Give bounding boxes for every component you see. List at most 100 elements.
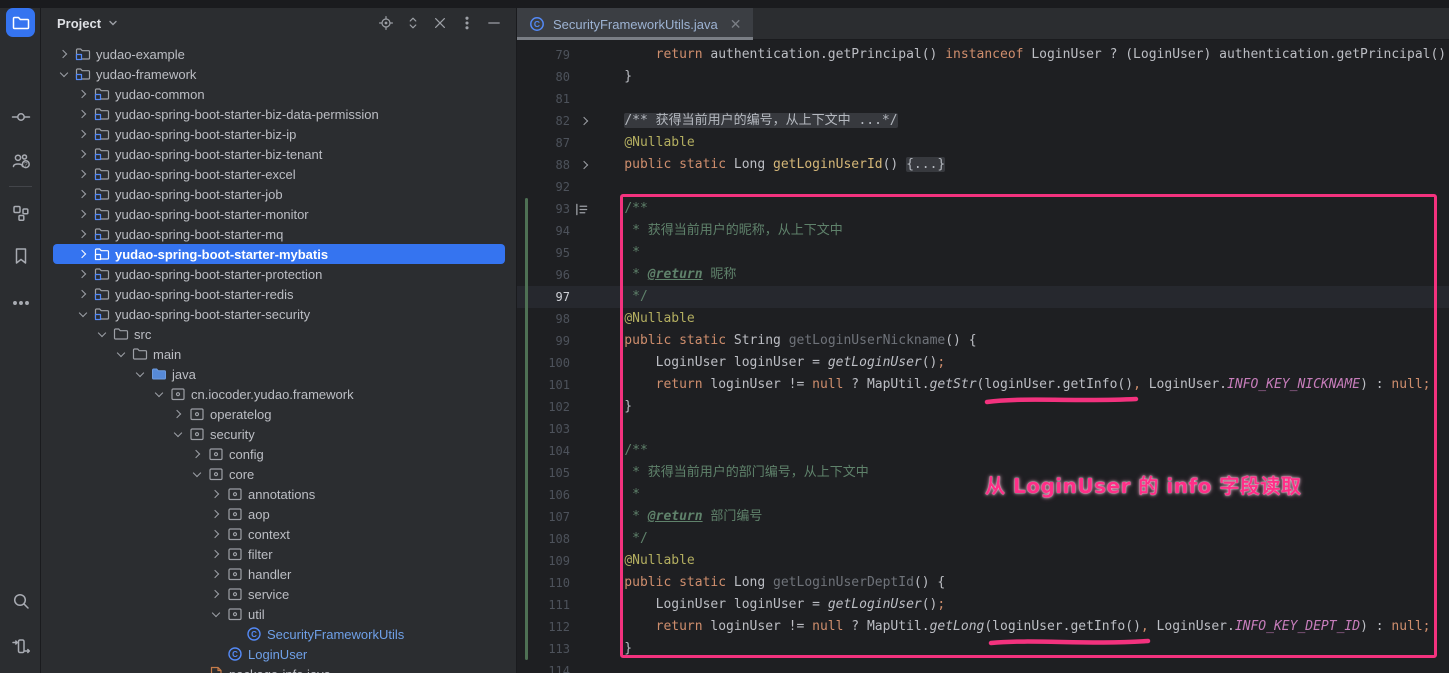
tree-item-cn-iocoder-yudao-framework[interactable]: cn.iocoder.yudao.framework xyxy=(41,384,516,404)
chevron-down-icon[interactable] xyxy=(74,304,91,324)
tree-item-handler[interactable]: handler xyxy=(41,564,516,584)
bookmarks-icon[interactable] xyxy=(6,241,35,270)
chevron-right-icon[interactable] xyxy=(207,584,224,604)
code-line-105[interactable]: 105 * 获得当前用户的部门编号，从上下文中 xyxy=(517,462,1449,484)
chevron-right-icon[interactable] xyxy=(74,124,91,144)
chevron-down-icon[interactable] xyxy=(169,424,186,444)
chevron-right-icon[interactable] xyxy=(74,204,91,224)
tree-item-src[interactable]: src xyxy=(41,324,516,344)
chevron-right-icon[interactable] xyxy=(74,164,91,184)
tree-item-yudao-spring-boot-starter-excel[interactable]: yudao-spring-boot-starter-excel xyxy=(41,164,516,184)
tree-item-yudao-spring-boot-starter-job[interactable]: yudao-spring-boot-starter-job xyxy=(41,184,516,204)
chevron-right-icon[interactable] xyxy=(74,104,91,124)
chevron-down-icon[interactable] xyxy=(107,17,119,29)
fold-chevron-icon[interactable] xyxy=(580,117,588,125)
inout-box-icon[interactable] xyxy=(6,631,35,660)
code-line-110[interactable]: 110 public static Long getLoginUserDeptI… xyxy=(517,572,1449,594)
tree-item-securityframeworkutils[interactable]: CSecurityFrameworkUtils xyxy=(41,624,516,644)
project-panel-title[interactable]: Project xyxy=(57,16,101,31)
chevron-right-icon[interactable] xyxy=(74,184,91,204)
chevron-right-icon[interactable] xyxy=(55,44,72,64)
code-line-99[interactable]: 99 public static String getLoginUserNick… xyxy=(517,330,1449,352)
chevron-right-icon[interactable] xyxy=(207,504,224,524)
tab-securityframeworkutils[interactable]: C SecurityFrameworkUtils.java ✕ xyxy=(517,8,753,40)
options-icon[interactable] xyxy=(459,15,475,31)
chevron-down-icon[interactable] xyxy=(131,364,148,384)
tree-item-yudao-spring-boot-starter-mybatis[interactable]: yudao-spring-boot-starter-mybatis xyxy=(41,244,516,264)
code-line-93[interactable]: 93 /** xyxy=(517,198,1449,220)
chevron-right-icon[interactable] xyxy=(74,244,91,264)
code-line-95[interactable]: 95 * xyxy=(517,242,1449,264)
chevron-down-icon[interactable] xyxy=(207,604,224,624)
code-line-104[interactable]: 104 /** xyxy=(517,440,1449,462)
code-line-101[interactable]: 101 return loginUser != null ? MapUtil.g… xyxy=(517,374,1449,396)
search-icon[interactable] xyxy=(6,586,35,615)
code-line-113[interactable]: 113 } xyxy=(517,638,1449,660)
hide-icon[interactable] xyxy=(486,15,502,31)
code-line-97[interactable]: 97 */ xyxy=(517,286,1449,308)
tree-item-service[interactable]: service xyxy=(41,584,516,604)
tree-item-yudao-spring-boot-starter-biz-tenant[interactable]: yudao-spring-boot-starter-biz-tenant xyxy=(41,144,516,164)
structure-icon[interactable] xyxy=(6,198,35,227)
chevron-right-icon[interactable] xyxy=(74,144,91,164)
code-line-112[interactable]: 112 return loginUser != null ? MapUtil.g… xyxy=(517,616,1449,638)
commit-icon[interactable] xyxy=(6,102,35,131)
more-icon[interactable] xyxy=(6,288,35,317)
chevron-right-icon[interactable] xyxy=(74,84,91,104)
tree-item-yudao-spring-boot-starter-security[interactable]: yudao-spring-boot-starter-security xyxy=(41,304,516,324)
code-line-81[interactable]: 81 xyxy=(517,88,1449,110)
tree-item-yudao-spring-boot-starter-biz-data-permission[interactable]: yudao-spring-boot-starter-biz-data-permi… xyxy=(41,104,516,124)
code-line-87[interactable]: 87 @Nullable xyxy=(517,132,1449,154)
code-line-109[interactable]: 109 @Nullable xyxy=(517,550,1449,572)
tree-item-yudao-spring-boot-starter-biz-ip[interactable]: yudao-spring-boot-starter-biz-ip xyxy=(41,124,516,144)
code-editor[interactable]: 79 return authentication.getPrincipal() … xyxy=(517,40,1449,673)
code-line-102[interactable]: 102 } xyxy=(517,396,1449,418)
code-line-98[interactable]: 98 @Nullable xyxy=(517,308,1449,330)
tree-item-filter[interactable]: filter xyxy=(41,544,516,564)
chevron-right-icon[interactable] xyxy=(74,264,91,284)
tree-item-util[interactable]: util xyxy=(41,604,516,624)
code-line-88[interactable]: 88 public static Long getLoginUserId() {… xyxy=(517,154,1449,176)
code-line-103[interactable]: 103 xyxy=(517,418,1449,440)
fold-chevron-icon[interactable] xyxy=(580,161,588,169)
chevron-down-icon[interactable] xyxy=(150,384,167,404)
chevron-down-icon[interactable] xyxy=(188,464,205,484)
code-line-100[interactable]: 100 LoginUser loginUser = getLoginUser()… xyxy=(517,352,1449,374)
tree-item-aop[interactable]: aop xyxy=(41,504,516,524)
chevron-down-icon[interactable] xyxy=(93,324,110,344)
chevron-down-icon[interactable] xyxy=(55,64,72,84)
code-line-106[interactable]: 106 * xyxy=(517,484,1449,506)
chevron-down-icon[interactable] xyxy=(112,344,129,364)
folder-icon[interactable] xyxy=(6,8,35,37)
tree-item-main[interactable]: main xyxy=(41,344,516,364)
tree-item-java[interactable]: java xyxy=(41,364,516,384)
code-line-107[interactable]: 107 * @return 部门编号 xyxy=(517,506,1449,528)
tree-item-yudao-framework[interactable]: yudao-framework xyxy=(41,64,516,84)
chevron-right-icon[interactable] xyxy=(74,284,91,304)
tree-item-core[interactable]: core xyxy=(41,464,516,484)
code-line-108[interactable]: 108 */ xyxy=(517,528,1449,550)
chevron-right-icon[interactable] xyxy=(207,484,224,504)
tree-item-yudao-spring-boot-starter-monitor[interactable]: yudao-spring-boot-starter-monitor xyxy=(41,204,516,224)
tree-item-yudao-spring-boot-starter-protection[interactable]: yudao-spring-boot-starter-protection xyxy=(41,264,516,284)
tree-item-config[interactable]: config xyxy=(41,444,516,464)
expand-all-icon[interactable] xyxy=(405,15,421,31)
code-line-79[interactable]: 79 return authentication.getPrincipal() … xyxy=(517,44,1449,66)
chevron-right-icon[interactable] xyxy=(207,544,224,564)
tree-item-operatelog[interactable]: operatelog xyxy=(41,404,516,424)
collapse-all-icon[interactable] xyxy=(432,15,448,31)
tree-item-loginuser[interactable]: CLoginUser xyxy=(41,644,516,664)
chevron-right-icon[interactable] xyxy=(74,224,91,244)
chevron-right-icon[interactable] xyxy=(188,444,205,464)
code-line-94[interactable]: 94 * 获得当前用户的昵称，从上下文中 xyxy=(517,220,1449,242)
tree-item-yudao-example[interactable]: yudao-example xyxy=(41,44,516,64)
code-line-80[interactable]: 80 } xyxy=(517,66,1449,88)
tree-item-package-info-java[interactable]: package-info.java xyxy=(41,664,516,673)
tree-item-context[interactable]: context xyxy=(41,524,516,544)
code-line-82[interactable]: 82 /** 获得当前用户的编号，从上下文中 ...*/ xyxy=(517,110,1449,132)
chevron-right-icon[interactable] xyxy=(207,564,224,584)
tree-item-yudao-spring-boot-starter-mq[interactable]: yudao-spring-boot-starter-mq xyxy=(41,224,516,244)
locate-icon[interactable] xyxy=(378,15,394,31)
tree-item-security[interactable]: security xyxy=(41,424,516,444)
tab-close-icon[interactable]: ✕ xyxy=(730,17,742,31)
